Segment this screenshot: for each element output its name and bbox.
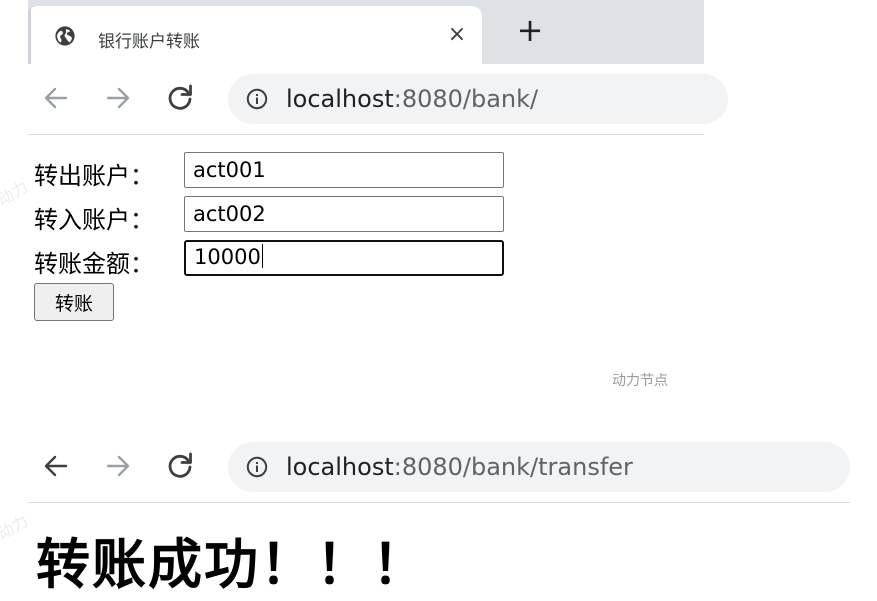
from-account-input[interactable] [184,152,504,188]
faint-watermark: 动力 [0,177,32,210]
forward-arrow-icon[interactable] [102,450,134,482]
url-host: localhost [286,453,394,481]
tab-strip: 银行账户转账 × + [28,0,704,64]
browser-toolbar: localhost:8080/bank/ [28,64,728,135]
globe-icon [55,26,75,46]
watermark: 动力节点 [612,373,668,389]
faint-watermark: 动力 [0,511,32,544]
info-icon[interactable] [246,88,268,110]
success-heading: 转账成功！！！ [36,533,428,596]
amount-value: 10000 [194,245,261,269]
tab-bank-transfer[interactable]: 银行账户转账 × [28,6,482,64]
forward-arrow-icon[interactable] [102,82,134,114]
tab-title: 银行账户转账 [98,32,200,52]
back-arrow-icon[interactable] [40,82,72,114]
back-arrow-icon[interactable] [40,450,72,482]
url-text: localhost:8080/bank/transfer [286,453,633,481]
transfer-button[interactable]: 转账 [34,283,114,321]
new-tab-button[interactable]: + [512,12,548,48]
tab-edge [28,8,31,64]
reload-icon[interactable] [164,450,196,482]
browser-toolbar-2: localhost:8080/bank/transfer [28,432,850,503]
from-account-label: 转出账户： [34,162,154,190]
amount-input[interactable]: 10000 [184,240,504,276]
to-account-label: 转入账户： [34,206,154,234]
address-bar[interactable]: localhost:8080/bank/ [228,74,728,124]
info-icon[interactable] [246,456,268,478]
url-path: :8080/bank/transfer [393,453,633,481]
amount-label: 转账金额： [34,250,154,278]
url-text: localhost:8080/bank/ [286,85,538,113]
to-account-input[interactable] [184,196,504,232]
reload-icon[interactable] [164,82,196,114]
url-host: localhost [286,85,394,113]
tab-close-icon[interactable]: × [444,22,470,48]
url-path: :8080/bank/ [393,85,539,113]
address-bar[interactable]: localhost:8080/bank/transfer [228,442,850,492]
text-caret [261,244,263,268]
